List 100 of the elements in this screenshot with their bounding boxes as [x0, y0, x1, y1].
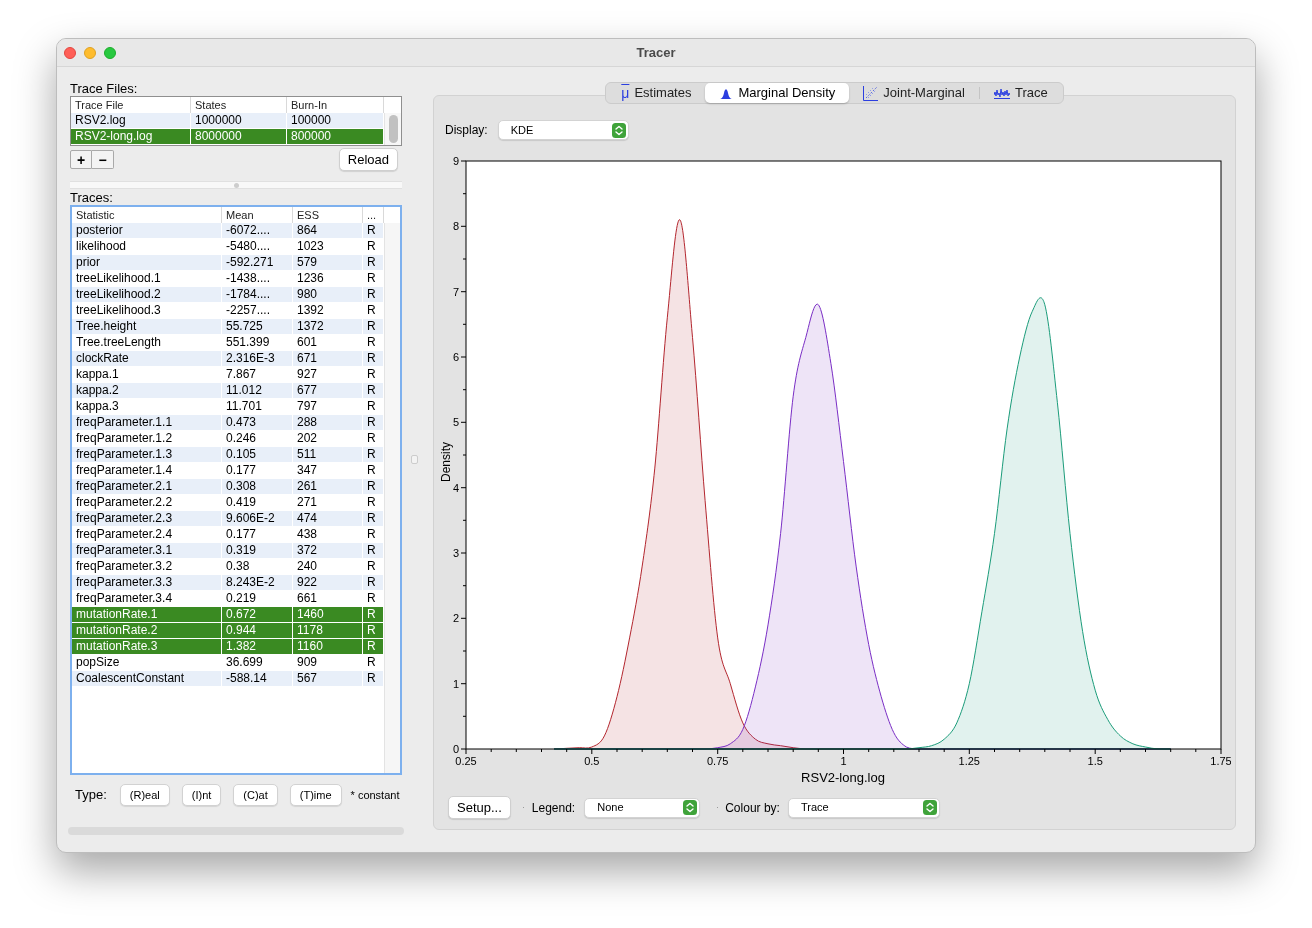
ess-value: 797: [293, 399, 363, 414]
table-row[interactable]: Tree.height 55.725 1372 R: [72, 319, 384, 335]
axis-title: Density: [439, 442, 453, 482]
chevron-updown-icon: [922, 800, 937, 815]
section-label: Trace Files:: [70, 81, 139, 96]
statistic-name: freqParameter.1.4: [72, 463, 222, 478]
scatter-plot-icon: [863, 85, 879, 101]
scrollbar-thumb[interactable]: [388, 115, 398, 143]
table-row[interactable]: clockRate 2.316E-3 671 R: [72, 351, 384, 367]
ess-value: 677: [293, 383, 363, 398]
tab[interactable]: μ Estimates: [607, 83, 706, 103]
mean-value: 0.177: [222, 527, 293, 542]
statistic-name: freqParameter.3.1: [72, 543, 222, 558]
minimize-button[interactable]: [84, 46, 96, 59]
statistic-name: mutationRate.2: [72, 623, 222, 638]
mean-value: 7.867: [222, 367, 293, 382]
tab[interactable]: Marginal Density: [705, 83, 850, 103]
ess-value: 980: [293, 287, 363, 302]
ess-value: 909: [293, 655, 363, 670]
table-row[interactable]: freqParameter.2.3 9.606E-2 474 R: [72, 511, 384, 527]
mu-symbol-icon: μ: [621, 86, 630, 100]
axis-tick-label: 3: [452, 547, 459, 559]
mean-value: 36.699: [222, 655, 293, 670]
chevron-updown-icon: [683, 800, 698, 815]
table-row[interactable]: prior -592.271 579 R: [72, 255, 384, 271]
table-row[interactable]: CoalescentConstant -588.14 567 R: [72, 671, 384, 687]
table-row[interactable]: treeLikelihood.2 -1784.... 980 R: [72, 287, 384, 303]
ess-value: 202: [293, 431, 363, 446]
mean-value: 1.382: [222, 639, 293, 654]
axis-tick-label: 7: [452, 285, 459, 298]
close-button[interactable]: [64, 46, 76, 59]
statistic-name: clockRate: [72, 351, 222, 366]
splitter-handle[interactable]: [70, 181, 402, 189]
ess-value: 567: [293, 671, 363, 686]
axis-tick-label: 5: [452, 416, 459, 429]
ess-value: 1392: [293, 303, 363, 318]
table-row[interactable]: RSV2-long.log 8000000 800000: [71, 129, 384, 145]
zoom-button[interactable]: [104, 46, 116, 59]
dropdown[interactable]: Trace: [787, 797, 940, 818]
statistic-name: posterior: [72, 223, 222, 238]
table-row[interactable]: kappa.2 11.012 677 R: [72, 383, 384, 399]
type-button[interactable]: (R)eal: [119, 784, 170, 806]
mean-value: 2.316E-3: [222, 351, 293, 366]
statistic-name: freqParameter.3.3: [72, 575, 222, 590]
ess-value: 601: [293, 335, 363, 350]
tab[interactable]: Joint-Marginal: [849, 83, 979, 103]
table-row[interactable]: freqParameter.2.1 0.308 261 R: [72, 479, 384, 495]
dropdown[interactable]: None: [584, 797, 701, 818]
ess-value: 1023: [293, 239, 363, 254]
axis-tick-label: 0: [452, 743, 459, 755]
statistic-name: freqParameter.3.2: [72, 559, 222, 574]
mean-value: -1438....: [222, 271, 293, 286]
ess-value: 261: [293, 479, 363, 494]
table-row[interactable]: RSV2.log 1000000 100000: [71, 113, 384, 129]
table-row[interactable]: mutationRate.2 0.944 1178 R: [72, 623, 384, 639]
remove-button[interactable]: −: [92, 150, 114, 169]
statistic-name: treeLikelihood.3: [72, 303, 222, 318]
scrollbar-track[interactable]: [384, 113, 401, 145]
statistic-name: likelihood: [72, 239, 222, 254]
mean-value: 0.672: [222, 607, 293, 622]
type-button[interactable]: (T)ime: [289, 784, 342, 806]
mean-value: 0.105: [222, 447, 293, 462]
reload-button[interactable]: Reload: [338, 148, 398, 171]
axis-tick-label: 0.5: [584, 755, 600, 767]
ess-value: 671: [293, 351, 363, 366]
dropdown[interactable]: KDE: [497, 120, 629, 140]
mean-value: 0.419: [222, 495, 293, 510]
ess-value: 438: [293, 527, 363, 542]
add-button[interactable]: +: [70, 150, 92, 169]
axis-tick-label: 0.25: [455, 755, 477, 767]
statistic-name: popSize: [72, 655, 222, 670]
setup-button[interactable]: Setup...: [448, 796, 511, 819]
tab[interactable]: Trace: [979, 83, 1062, 103]
mean-value: -2257....: [222, 303, 293, 318]
chevron-updown-icon: [611, 122, 626, 138]
table-row[interactable]: freqParameter.3.3 8.243E-2 922 R: [72, 575, 384, 591]
ess-value: 1460: [293, 607, 363, 622]
table-row[interactable]: posterior -6072.... 864 R: [72, 223, 384, 239]
mean-value: 11.701: [222, 399, 293, 414]
splitter-handle[interactable]: [411, 455, 418, 464]
table-row[interactable]: mutationRate.1 0.672 1460 R: [72, 607, 384, 623]
type-button[interactable]: (I)nt: [181, 784, 222, 806]
table-row[interactable]: mutationRate.3 1.382 1160 R: [72, 639, 384, 655]
axis-tick-label: 1: [840, 755, 847, 767]
mean-value: 9.606E-2: [222, 511, 293, 526]
table-row[interactable]: freqParameter.1.3 0.105 511 R: [72, 447, 384, 463]
table-row[interactable]: freqParameter.1.1 0.473 288 R: [72, 415, 384, 431]
axis-tick-label: 1.25: [958, 755, 980, 767]
axis-tick-label: 1.75: [1210, 755, 1231, 767]
table-row[interactable]: freqParameter.3.1 0.319 372 R: [72, 543, 384, 559]
scrollbar-track[interactable]: [384, 223, 400, 773]
axis-tick-label: 0.75: [707, 755, 729, 767]
ess-value: 922: [293, 575, 363, 590]
type-button[interactable]: (C)at: [233, 784, 278, 806]
ess-value: 579: [293, 255, 363, 270]
states-value: 8000000: [191, 129, 287, 144]
legend-label: Legend:: [531, 799, 576, 817]
axis-tick-label: 6: [452, 351, 459, 363]
display-label: Display:: [445, 122, 488, 139]
mean-value: 11.012: [222, 383, 293, 398]
